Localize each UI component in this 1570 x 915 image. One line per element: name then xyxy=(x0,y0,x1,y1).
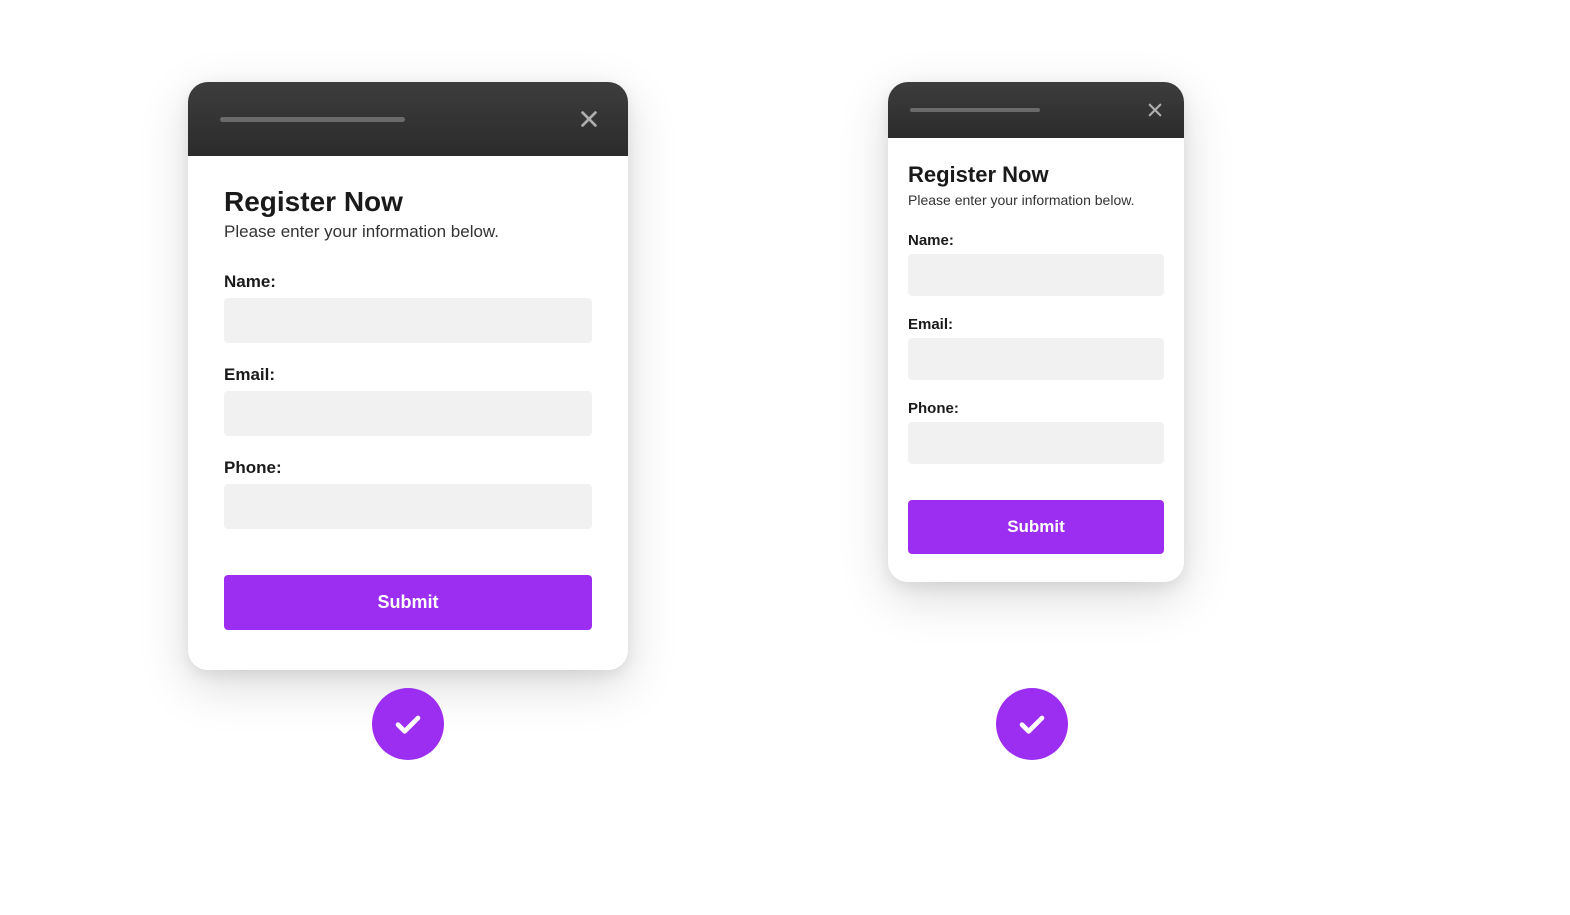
name-input[interactable] xyxy=(908,254,1164,296)
field-phone: Phone: xyxy=(908,400,1164,464)
register-modal-small: Register Now Please enter your informati… xyxy=(888,82,1184,582)
submit-button[interactable]: Submit xyxy=(908,500,1164,554)
field-email: Email: xyxy=(224,365,592,436)
header-placeholder-line xyxy=(910,108,1040,112)
approved-badge xyxy=(996,688,1068,760)
modal-body: Register Now Please enter your informati… xyxy=(888,138,1184,582)
field-label: Name: xyxy=(908,232,1164,249)
modal-title: Register Now xyxy=(224,186,592,218)
field-name: Name: xyxy=(224,272,592,343)
modal-subtitle: Please enter your information below. xyxy=(908,192,1164,208)
register-modal-large: Register Now Please enter your informati… xyxy=(188,82,628,670)
modal-body: Register Now Please enter your informati… xyxy=(188,156,628,670)
modal-subtitle: Please enter your information below. xyxy=(224,222,592,242)
modal-header xyxy=(888,82,1184,138)
close-icon xyxy=(1146,101,1164,119)
close-button[interactable] xyxy=(578,108,600,130)
close-button[interactable] xyxy=(1146,101,1164,119)
approved-badge xyxy=(372,688,444,760)
field-label: Name: xyxy=(224,272,592,292)
phone-input[interactable] xyxy=(224,484,592,529)
field-label: Phone: xyxy=(224,458,592,478)
phone-input[interactable] xyxy=(908,422,1164,464)
email-input[interactable] xyxy=(224,391,592,436)
close-icon xyxy=(578,108,600,130)
field-label: Email: xyxy=(224,365,592,385)
field-label: Email: xyxy=(908,316,1164,333)
check-icon xyxy=(1016,708,1048,740)
field-label: Phone: xyxy=(908,400,1164,417)
modal-header xyxy=(188,82,628,156)
header-placeholder-line xyxy=(220,117,405,122)
field-phone: Phone: xyxy=(224,458,592,529)
submit-button[interactable]: Submit xyxy=(224,575,592,630)
modal-title: Register Now xyxy=(908,162,1164,188)
field-email: Email: xyxy=(908,316,1164,380)
check-icon xyxy=(392,708,424,740)
name-input[interactable] xyxy=(224,298,592,343)
field-name: Name: xyxy=(908,232,1164,296)
email-input[interactable] xyxy=(908,338,1164,380)
